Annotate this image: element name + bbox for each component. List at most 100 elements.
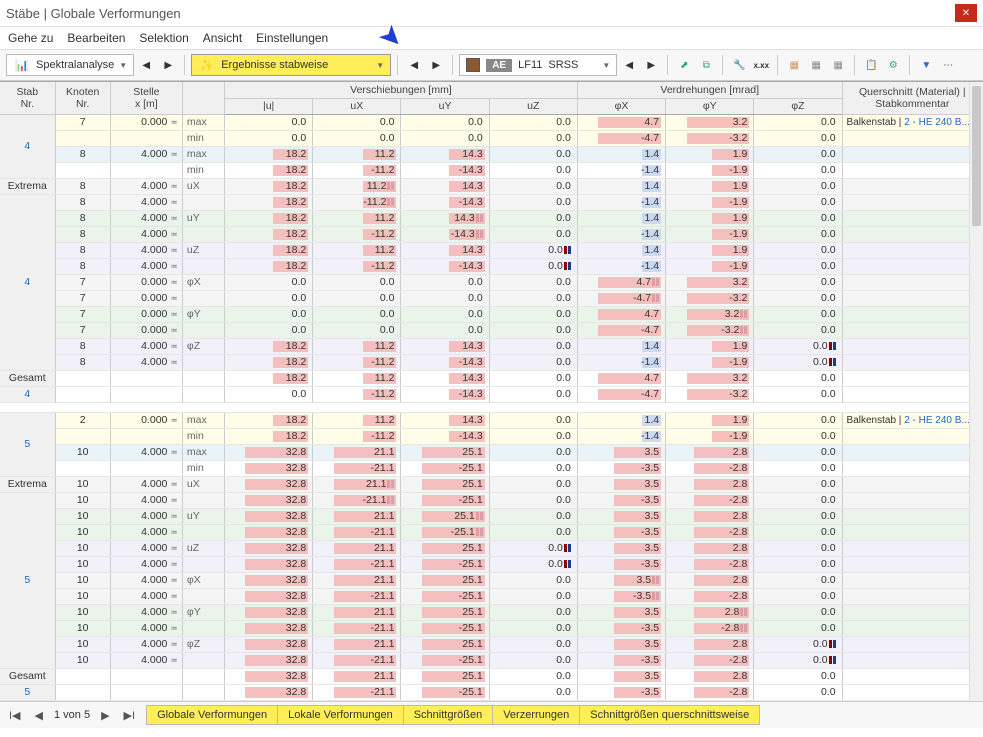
value-cell[interactable]: 18.2: [225, 162, 313, 178]
value-cell[interactable]: 32.8: [225, 556, 313, 572]
querschnitt-cell[interactable]: [842, 354, 982, 370]
value-cell[interactable]: 3.2: [666, 114, 754, 130]
value-cell[interactable]: 1.4: [577, 242, 665, 258]
view3-button[interactable]: ▦: [828, 55, 848, 75]
value-cell[interactable]: 0.0: [313, 290, 401, 306]
value-cell[interactable]: -3.5: [577, 620, 665, 636]
value-cell[interactable]: 14.3: [401, 178, 489, 194]
querschnitt-cell[interactable]: [842, 194, 982, 210]
value-cell[interactable]: 0.0: [225, 290, 313, 306]
menu-ansicht[interactable]: Ansicht: [203, 31, 242, 45]
value-cell[interactable]: -3.5: [577, 652, 665, 668]
col-phix[interactable]: φX: [577, 98, 665, 114]
value-cell[interactable]: 2.8: [666, 508, 754, 524]
prev-analysis-button[interactable]: ◀: [136, 55, 156, 75]
tab-lokale-verformungen[interactable]: Lokale Verformungen: [277, 705, 404, 725]
value-cell[interactable]: 0.0: [489, 354, 577, 370]
value-cell[interactable]: -25.1: [401, 684, 489, 700]
value-cell[interactable]: 25.1: [401, 604, 489, 620]
value-cell[interactable]: 32.8: [225, 508, 313, 524]
querschnitt-cell[interactable]: [842, 226, 982, 242]
value-cell[interactable]: 1.9: [666, 210, 754, 226]
querschnitt-cell[interactable]: [842, 620, 982, 636]
value-cell[interactable]: 0.0: [489, 620, 577, 636]
menu-gehe-zu[interactable]: Gehe zu: [8, 31, 53, 45]
value-cell[interactable]: 32.8: [225, 620, 313, 636]
value-cell[interactable]: 0.0: [225, 274, 313, 290]
value-cell[interactable]: -21.1: [313, 460, 401, 476]
table-row[interactable]: Gesamt32.821.125.10.03.52.80.0: [0, 668, 983, 684]
tab-schnittgroessen[interactable]: Schnittgrößen: [403, 705, 493, 725]
value-cell[interactable]: 0.0: [489, 508, 577, 524]
value-cell[interactable]: 32.8: [225, 636, 313, 652]
value-cell[interactable]: 0.0: [754, 620, 842, 636]
value-cell[interactable]: 3.5: [577, 508, 665, 524]
value-cell[interactable]: 0.0: [754, 146, 842, 162]
value-cell[interactable]: 0.0: [489, 588, 577, 604]
value-cell[interactable]: 0.0: [754, 274, 842, 290]
querschnitt-cell[interactable]: [842, 290, 982, 306]
value-cell[interactable]: 0.0: [754, 242, 842, 258]
value-cell[interactable]: 2.8: [666, 476, 754, 492]
value-cell[interactable]: -1.4: [577, 226, 665, 242]
querschnitt-cell[interactable]: [842, 540, 982, 556]
value-cell[interactable]: 32.8: [225, 588, 313, 604]
value-cell[interactable]: 4.7: [577, 114, 665, 130]
value-cell[interactable]: -21.1: [313, 588, 401, 604]
value-cell[interactable]: 3.5: [577, 540, 665, 556]
table-row[interactable]: min0.00.00.00.0-4.7-3.20.0: [0, 130, 983, 146]
table-row[interactable]: Extrema104.000≖uX32.821.125.10.03.52.80.…: [0, 476, 983, 492]
col-knoten[interactable]: KnotenNr.: [55, 82, 110, 114]
value-cell[interactable]: 0.0: [489, 210, 577, 226]
value-cell[interactable]: -3.2: [666, 322, 754, 338]
value-cell[interactable]: -25.1: [401, 460, 489, 476]
menu-bearbeiten[interactable]: Bearbeiten: [67, 31, 125, 45]
table-row[interactable]: 70.000≖φY0.00.00.00.04.73.20.0: [0, 306, 983, 322]
next-result-button[interactable]: ▶: [426, 55, 446, 75]
querschnitt-cell[interactable]: [842, 524, 982, 540]
value-cell[interactable]: 18.2: [225, 146, 313, 162]
value-cell[interactable]: 4.7: [577, 274, 665, 290]
value-cell[interactable]: -3.5: [577, 460, 665, 476]
value-cell[interactable]: 0.0: [489, 604, 577, 620]
value-cell[interactable]: 25.1: [401, 636, 489, 652]
menu-selektion[interactable]: Selektion: [139, 31, 188, 45]
value-cell[interactable]: 0.0: [754, 588, 842, 604]
value-cell[interactable]: 0.0: [754, 412, 842, 428]
value-cell[interactable]: 21.1: [313, 604, 401, 620]
tab-schnittgroessen-qs[interactable]: Schnittgrößen querschnittsweise: [579, 705, 760, 725]
querschnitt-cell[interactable]: [842, 684, 982, 700]
value-cell[interactable]: 11.2: [313, 178, 401, 194]
value-cell[interactable]: 0.0: [754, 322, 842, 338]
value-cell[interactable]: -11.2: [313, 354, 401, 370]
value-cell[interactable]: 2.8: [666, 444, 754, 460]
value-cell[interactable]: -11.2: [313, 428, 401, 444]
value-cell[interactable]: 0.0: [489, 130, 577, 146]
value-cell[interactable]: 14.3: [401, 242, 489, 258]
value-cell[interactable]: 0.0: [754, 386, 842, 402]
querschnitt-cell[interactable]: Balkenstab | 2 - HE 240 B...: [842, 114, 982, 130]
value-cell[interactable]: 32.8: [225, 492, 313, 508]
page-last-button[interactable]: ▶I: [121, 709, 139, 722]
value-cell[interactable]: 0.0: [489, 114, 577, 130]
value-cell[interactable]: 0.0: [489, 428, 577, 444]
table-row[interactable]: 5104.000≖32.8-21.1-25.10.0-3.5-2.80.0: [0, 492, 983, 508]
value-cell[interactable]: 0.0: [754, 178, 842, 194]
value-cell[interactable]: -3.2: [666, 386, 754, 402]
value-cell[interactable]: 0.0: [754, 604, 842, 620]
value-cell[interactable]: -14.3: [401, 258, 489, 274]
querschnitt-cell[interactable]: [842, 460, 982, 476]
value-cell[interactable]: -14.3: [401, 226, 489, 242]
table-row[interactable]: 470.000≖max0.00.00.00.04.73.20.0Balkenst…: [0, 114, 983, 130]
table-row[interactable]: 84.000≖18.2-11.2-14.30.0-1.4-1.90.0: [0, 226, 983, 242]
value-cell[interactable]: 0.0: [489, 290, 577, 306]
value-cell[interactable]: 0.0: [754, 652, 842, 668]
value-cell[interactable]: -3.5: [577, 492, 665, 508]
querschnitt-cell[interactable]: [842, 146, 982, 162]
value-cell[interactable]: 0.0: [225, 386, 313, 402]
value-cell[interactable]: -1.4: [577, 428, 665, 444]
table-row[interactable]: Extrema84.000≖uX18.211.214.30.01.41.90.0: [0, 178, 983, 194]
table-row[interactable]: min18.2-11.2-14.30.0-1.4-1.90.0: [0, 428, 983, 444]
results-grid[interactable]: StabNr. KnotenNr. Stellex [m] Verschiebu…: [0, 81, 983, 701]
value-cell[interactable]: 3.2: [666, 274, 754, 290]
